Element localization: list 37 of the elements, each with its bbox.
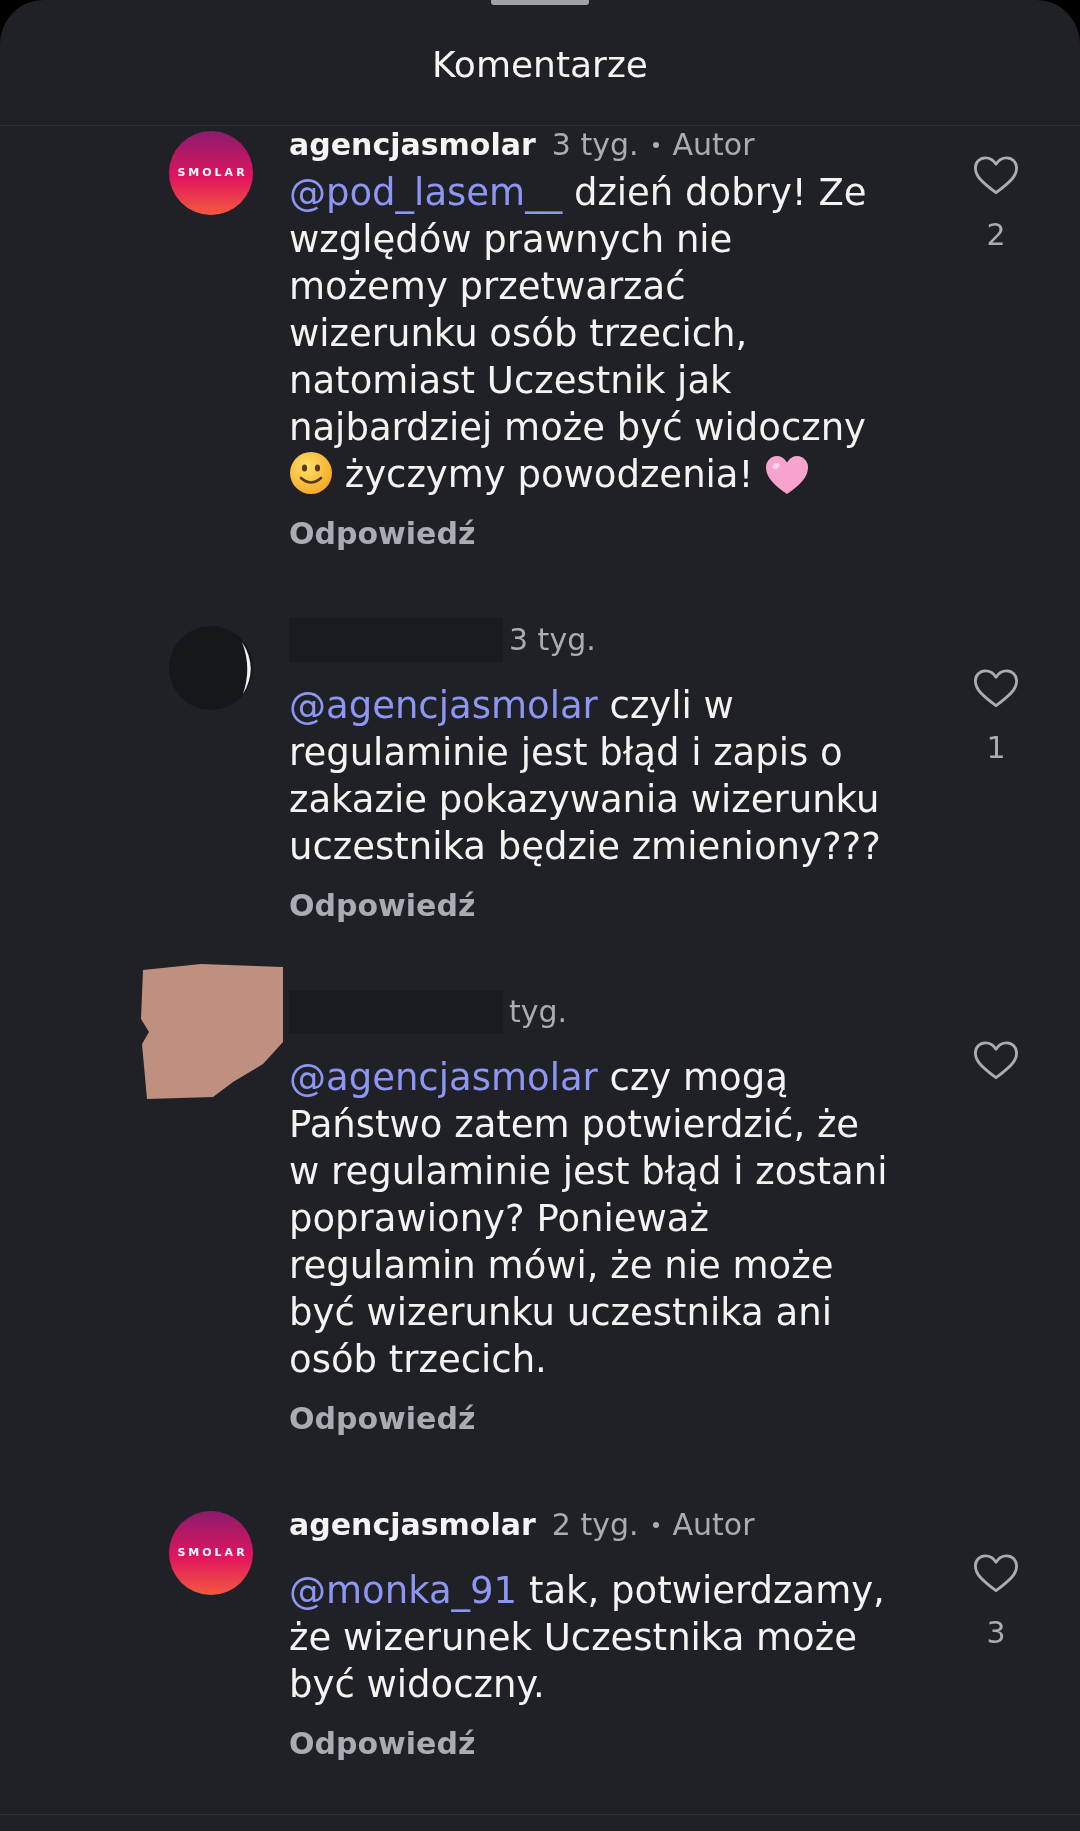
comment-time: 2 tyg. — [551, 1507, 639, 1543]
heart-emoji-icon — [765, 455, 810, 495]
brand-avatar[interactable]: SMOLAR — [169, 131, 253, 215]
comment-time: 3 tyg. — [551, 127, 639, 163]
reply-button[interactable]: Odpowiedź — [289, 516, 476, 552]
comment-text: @pod_lasem__ dzień dobry! Ze względów prawnych nie możemy przetwarzać wizerunku osób trzecich, natomiast Uczestnik jak najbardziej może być widoczny życzymy powodzenia! — [289, 170, 868, 498]
reply-button[interactable]: Odpowiedź — [289, 1726, 476, 1762]
author-name[interactable]: agencjasmolar — [289, 1507, 536, 1543]
mention-link[interactable]: @monka_91 — [289, 1569, 518, 1612]
mention-link[interactable]: @agencjasmolar — [289, 684, 598, 727]
sheet-title: Komentarze — [432, 43, 648, 87]
like-count: 1 — [986, 730, 1006, 766]
like-heart-icon[interactable] — [973, 1553, 1019, 1593]
comment-text: @agencjasmolar czy mogą Państwo zatem potwierdzić, że w regulaminie jest błąd i zostani poprawiony? Ponieważ regulamin mówi, że nie może być wizerunku uczestnika ani osób trzecich. — [289, 1055, 889, 1383]
comment-time: 3 tyg. — [509, 622, 596, 658]
mention-link[interactable]: @pod_lasem__ — [289, 171, 563, 214]
author-name[interactable]: agencjasmolar — [289, 127, 536, 163]
comment-text: @monka_91 tak, potwierdzamy, że wizerunek Uczestnika może być widoczny. — [289, 1568, 886, 1708]
avatar-logo-text: SMOLAR — [176, 1546, 248, 1560]
reply-button[interactable]: Odpowiedź — [289, 1401, 476, 1437]
avatar-logo-text: SMOLAR — [176, 166, 248, 180]
comment-text: @agencjasmolar czyli w regulaminie jest błąd i zapis o zakazie pokazywania wizerunku uczestnika będzie zmieniony??? — [289, 683, 882, 870]
brand-avatar[interactable]: SMOLAR — [169, 1511, 253, 1595]
like-count: 2 — [986, 217, 1006, 253]
reply-button[interactable]: Odpowiedź — [289, 888, 476, 924]
bullet-icon — [652, 142, 659, 148]
comment-time: tyg. — [509, 994, 568, 1030]
bullet-icon — [652, 1522, 659, 1528]
author-label: Autor — [672, 127, 755, 163]
like-heart-icon[interactable] — [973, 668, 1019, 708]
like-count: 3 — [986, 1615, 1006, 1651]
drag-handle[interactable] — [491, 0, 589, 5]
mention-link[interactable]: @agencjasmolar — [289, 1056, 598, 1099]
like-heart-icon[interactable] — [973, 155, 1019, 195]
author-label: Autor — [672, 1507, 755, 1543]
smiley-emoji-icon — [289, 451, 333, 495]
like-heart-icon[interactable] — [973, 1040, 1019, 1080]
